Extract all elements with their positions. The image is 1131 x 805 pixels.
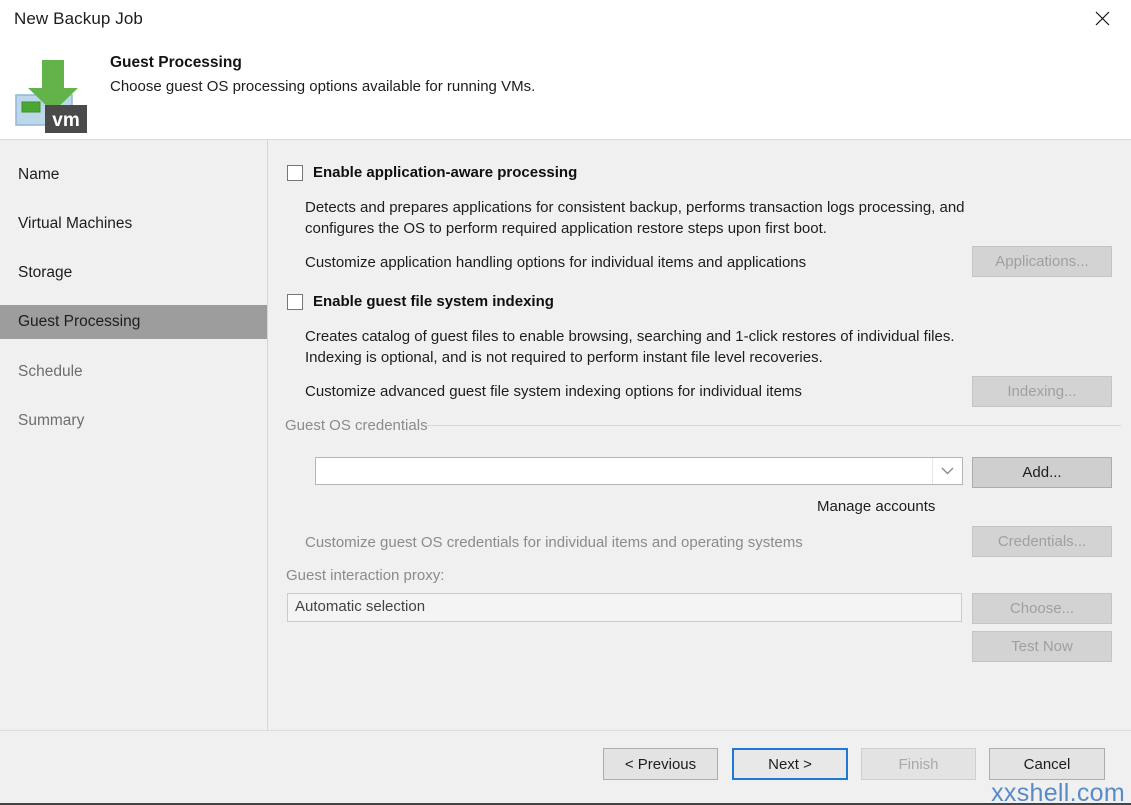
- guest-os-credentials-combobox[interactable]: [315, 457, 963, 485]
- guest-interaction-proxy-value: Automatic selection: [295, 598, 426, 615]
- indexing-description-line-2: Indexing is optional, and is not require…: [305, 349, 823, 366]
- dialog-footer: < Previous Next > Finish Cancel: [0, 731, 1131, 803]
- window-title: New Backup Job: [14, 9, 143, 28]
- watermark-text: xxshell.com: [991, 779, 1125, 805]
- vm-backup-icon: vm: [10, 50, 96, 136]
- wizard-header: vm Guest Processing Choose guest OS proc…: [0, 42, 1131, 140]
- sidebar-item-label: Guest Processing: [18, 313, 141, 330]
- enable-guest-file-system-indexing-label: Enable guest file system indexing: [313, 293, 554, 310]
- guest-interaction-proxy-label: Guest interaction proxy:: [286, 567, 445, 584]
- sidebar-item-label: Storage: [18, 264, 73, 281]
- sidebar-item-schedule[interactable]: Schedule: [0, 355, 267, 389]
- app-aware-customize-text: Customize application handling options f…: [305, 254, 807, 271]
- indexing-customize-text: Customize advanced guest file system ind…: [305, 383, 802, 400]
- sidebar-item-name[interactable]: Name: [0, 158, 267, 192]
- cancel-button[interactable]: Cancel: [989, 748, 1105, 780]
- indexing-button[interactable]: Indexing...: [972, 376, 1112, 407]
- close-icon: [1095, 11, 1110, 26]
- sidebar-item-label: Schedule: [18, 363, 83, 380]
- app-aware-description-line-2: configures the OS to perform required ap…: [305, 220, 827, 237]
- guest-processing-pane: Enable application-aware processing Dete…: [268, 140, 1131, 730]
- sidebar-item-virtual-machines[interactable]: Virtual Machines: [0, 207, 267, 241]
- indexing-description-line-1: Creates catalog of guest files to enable…: [305, 328, 955, 345]
- choose-proxy-button[interactable]: Choose...: [972, 593, 1112, 624]
- enable-guest-file-system-indexing-checkbox[interactable]: [287, 294, 303, 310]
- sidebar-item-summary[interactable]: Summary: [0, 404, 267, 438]
- page-subtitle: Choose guest OS processing options avail…: [110, 78, 536, 95]
- add-credentials-button[interactable]: Add...: [972, 457, 1112, 488]
- credentials-button[interactable]: Credentials...: [972, 526, 1112, 557]
- sidebar-item-guest-processing[interactable]: Guest Processing: [0, 305, 267, 339]
- test-now-button[interactable]: Test Now: [972, 631, 1112, 662]
- guest-os-credentials-group-line: [426, 425, 1121, 426]
- dialog-body: Name Virtual Machines Storage Guest Proc…: [0, 140, 1131, 730]
- next-button[interactable]: Next >: [732, 748, 848, 780]
- applications-button[interactable]: Applications...: [972, 246, 1112, 277]
- sidebar-item-storage[interactable]: Storage: [0, 256, 267, 290]
- guest-os-credentials-group-label: Guest OS credentials: [285, 417, 436, 434]
- guest-interaction-proxy-field[interactable]: Automatic selection: [287, 593, 962, 622]
- previous-button[interactable]: < Previous: [603, 748, 718, 780]
- wizard-steps-sidebar: Name Virtual Machines Storage Guest Proc…: [0, 140, 267, 730]
- enable-application-aware-processing-label: Enable application-aware processing: [313, 164, 578, 181]
- chevron-down-icon[interactable]: [932, 458, 962, 484]
- finish-button[interactable]: Finish: [861, 748, 976, 780]
- enable-application-aware-processing-row[interactable]: Enable application-aware processing: [287, 165, 577, 181]
- sidebar-item-label: Virtual Machines: [18, 215, 133, 232]
- sidebar-item-label: Name: [18, 166, 60, 183]
- manage-accounts-link[interactable]: Manage accounts: [817, 498, 935, 515]
- page-title: Guest Processing: [110, 54, 242, 71]
- new-backup-job-dialog: New Backup Job vm Guest Processing Choos…: [0, 0, 1131, 805]
- enable-guest-file-system-indexing-row[interactable]: Enable guest file system indexing: [287, 294, 554, 310]
- title-bar: New Backup Job: [0, 0, 1131, 42]
- enable-application-aware-processing-checkbox[interactable]: [287, 165, 303, 181]
- app-aware-description-line-1: Detects and prepares applications for co…: [305, 199, 965, 216]
- close-button[interactable]: [1079, 2, 1125, 34]
- sidebar-item-label: Summary: [18, 412, 85, 429]
- credentials-customize-text: Customize guest OS credentials for indiv…: [305, 534, 803, 551]
- svg-text:vm: vm: [52, 110, 79, 131]
